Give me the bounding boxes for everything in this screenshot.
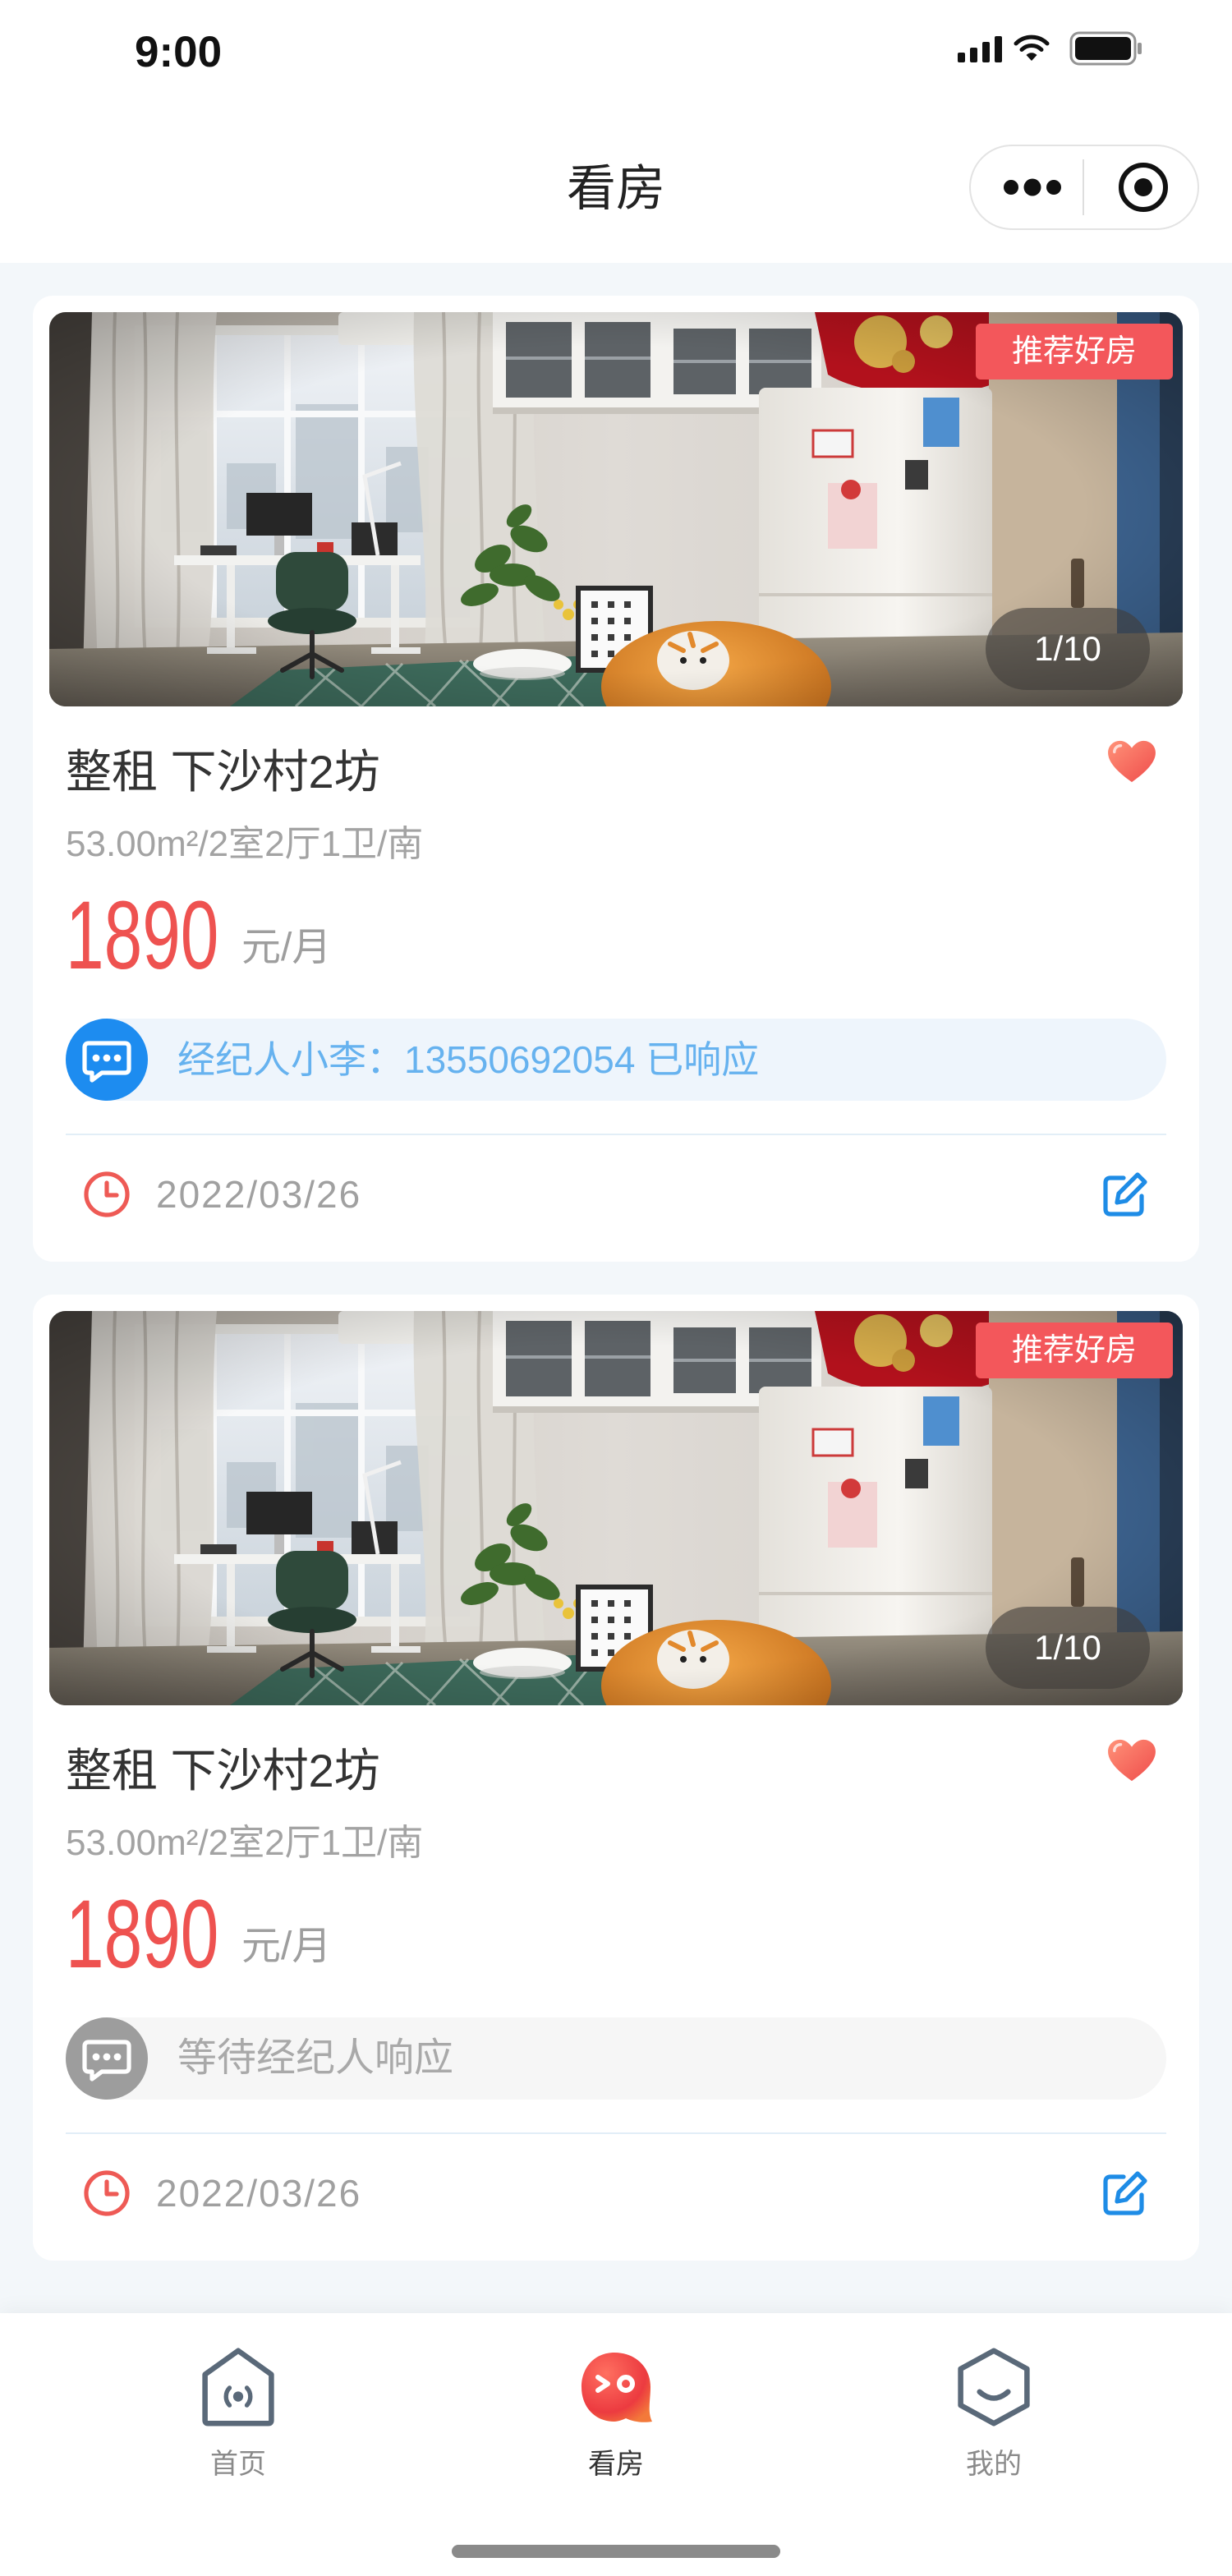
more-dots-icon[interactable] xyxy=(995,171,1069,204)
listing-price: 1890 xyxy=(66,1880,219,1989)
listing-photo[interactable]: 推荐好房 1/10 xyxy=(49,312,1183,706)
home-indicator xyxy=(452,2545,780,2558)
listing-card[interactable]: 推荐好房 1/10 整租 下沙村2坊 53.00m²/2室2厅1卫/南 1890… xyxy=(33,1295,1199,2261)
home-icon xyxy=(197,2346,279,2428)
agent-status-text: 等待经纪人响应 xyxy=(177,2036,454,2080)
agent-status-bar[interactable]: 经纪人小李：13550692054 已响应 xyxy=(66,1019,1166,1101)
favorite-heart-icon[interactable] xyxy=(1106,1738,1158,1782)
clock-icon xyxy=(82,1170,131,1219)
tab-home[interactable]: 首页 xyxy=(156,2313,320,2510)
listing-title: 整租 下沙村2坊 xyxy=(66,1745,380,1796)
tab-viewing[interactable]: 看房 xyxy=(534,2313,698,2510)
clock-icon xyxy=(82,2169,131,2218)
viewing-date: 2022/03/26 xyxy=(156,2172,362,2215)
listing-card[interactable]: 推荐好房 1/10 整租 下沙村2坊 53.00m²/2室2厅1卫/南 1890… xyxy=(33,296,1199,1262)
tab-label: 看房 xyxy=(588,2449,644,2480)
listing-spec: 53.00m²/2室2厅1卫/南 xyxy=(66,1823,424,1863)
photo-counter: 1/10 xyxy=(986,608,1150,690)
listing-spec: 53.00m²/2室2厅1卫/南 xyxy=(66,824,424,864)
tab-bar: 首页 看房 我的 xyxy=(0,2313,1232,2576)
card-divider xyxy=(66,1134,1166,1135)
agent-status-bar[interactable]: 等待经纪人响应 xyxy=(66,2017,1166,2100)
edit-icon[interactable] xyxy=(1101,2169,1150,2218)
listing-title: 整租 下沙村2坊 xyxy=(66,746,380,798)
edit-icon[interactable] xyxy=(1101,1170,1150,1219)
listing-price: 1890 xyxy=(66,881,219,990)
chat-bubble-icon xyxy=(66,1019,148,1101)
price-unit: 元/月 xyxy=(241,1925,332,1968)
target-circle-icon[interactable] xyxy=(1112,156,1175,218)
status-bar: 9:00 xyxy=(0,0,1232,99)
capsule-divider xyxy=(1083,159,1084,215)
cellular-signal-icon xyxy=(958,36,1004,62)
mini-program-capsule xyxy=(969,145,1199,230)
recommended-badge: 推荐好房 xyxy=(976,324,1173,380)
tab-mine[interactable]: 我的 xyxy=(912,2313,1076,2510)
tab-label: 首页 xyxy=(210,2449,266,2480)
profile-hexagon-icon xyxy=(953,2346,1035,2428)
viewing-mascot-icon xyxy=(575,2346,657,2428)
price-unit: 元/月 xyxy=(241,926,332,969)
photo-counter: 1/10 xyxy=(986,1607,1150,1689)
viewing-date: 2022/03/26 xyxy=(156,1173,362,1216)
recommended-badge: 推荐好房 xyxy=(976,1322,1173,1378)
favorite-heart-icon[interactable] xyxy=(1106,739,1158,784)
status-time: 9:00 xyxy=(135,28,223,76)
listing-photo[interactable]: 推荐好房 1/10 xyxy=(49,1311,1183,1705)
wifi-icon xyxy=(1012,33,1051,62)
battery-icon xyxy=(1069,31,1143,66)
tab-label: 我的 xyxy=(966,2449,1022,2480)
card-divider xyxy=(66,2132,1166,2134)
agent-status-text: 经纪人小李：13550692054 已响应 xyxy=(177,1038,760,1081)
nav-bar: 看房 xyxy=(0,99,1232,263)
chat-bubble-icon xyxy=(66,2017,148,2100)
